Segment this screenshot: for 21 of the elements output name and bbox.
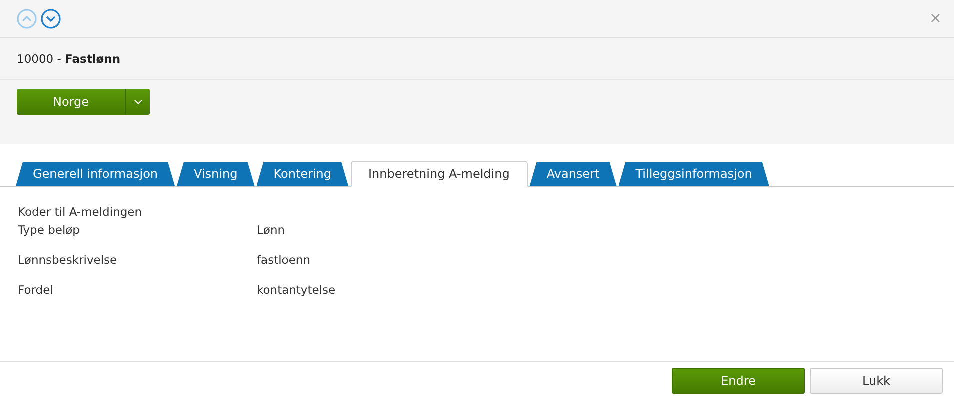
tab[interactable]: Visning [177,162,255,186]
field-value: kontantytelse [257,283,336,299]
field-value: Lønn [257,223,286,239]
close-button[interactable]: × [929,11,942,26]
tab[interactable]: Tilleggsinformasjon [618,162,770,186]
country-button[interactable]: Norge [17,89,126,115]
section-title: Koder til A-meldingen [18,205,144,221]
chevron-down-icon[interactable] [41,8,61,28]
tab[interactable]: Generell informasjon [16,162,176,186]
dropdown-button[interactable] [126,89,150,115]
tab[interactable]: Innberetning A-melding [350,161,528,187]
close-dialog-button[interactable]: Lukk [810,368,943,394]
record-title: 10000 - Fastlønn [17,52,121,66]
field-value: fastloenn [257,253,310,269]
caret-icon [134,99,142,105]
tab[interactable]: Kontering [256,162,349,186]
tab[interactable]: Avansert [530,162,617,186]
field-label: Lønnsbeskrivelse [18,253,118,269]
field-label: Fordel [18,283,54,299]
edit-button[interactable]: Endre [672,368,805,394]
field-label: Type beløp [18,223,81,239]
